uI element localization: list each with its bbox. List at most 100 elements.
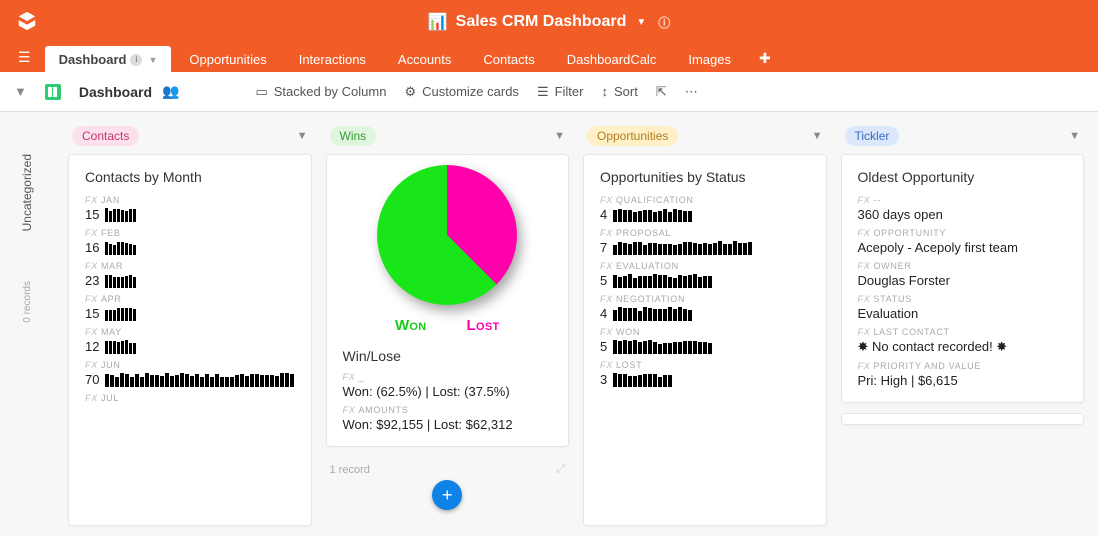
workspace-title-text: Sales CRM Dashboard — [456, 13, 627, 31]
column-chip[interactable]: Tickler — [845, 126, 900, 146]
info-icon[interactable]: ⓘ — [658, 14, 670, 31]
chevron-down-icon: ▼ — [636, 17, 646, 28]
field-value: Acepoly - Acepoly first team — [858, 240, 1068, 255]
column-wins: Wins ▼ Won Lost Win/Lose fx_ Won: (62.5%… — [326, 126, 570, 536]
field-label: fxFEB — [85, 228, 295, 238]
workspace: Uncategorized 0 records Contacts ▼ Conta… — [0, 112, 1098, 536]
field-label: fxJUL — [85, 393, 295, 403]
column-contacts: Contacts ▼ Contacts by Month fxJAN 15 fxFE… — [68, 126, 312, 536]
column-footer: 1 record ⤢ — [326, 457, 570, 476]
card-contacts-by-month[interactable]: Contacts by Month fxJAN 15 fxFEB 16 fxMAR 23 f… — [68, 154, 312, 526]
field-value: 15 — [85, 306, 295, 321]
legend-lost: Lost — [467, 317, 500, 334]
chevron-down-icon[interactable]: ▼ — [1069, 130, 1080, 142]
expand-icon[interactable]: ⤢ — [556, 463, 565, 476]
info-icon: i — [130, 54, 142, 66]
field-label: fxJAN — [85, 195, 295, 205]
filter-label: Filter — [555, 84, 584, 99]
sort-button[interactable]: ↕ Sort — [601, 84, 637, 99]
field-label: fxEVALUATION — [600, 261, 810, 271]
overflow-icon[interactable]: ⋯ — [685, 84, 698, 100]
card-oldest-opportunity[interactable]: Oldest Opportunity fx--360 days openfxOP… — [841, 154, 1085, 403]
sidebar-rail: Uncategorized 0 records — [0, 112, 54, 536]
field-label: fxOPPORTUNITY — [858, 228, 1068, 238]
tab-dashboardcalc[interactable]: DashboardCalc — [553, 46, 671, 72]
column-chip[interactable]: Opportunities — [587, 126, 678, 146]
filter-icon: ☰ — [537, 84, 549, 100]
field-label: fxAMOUNTS — [343, 405, 553, 415]
tab-accounts[interactable]: Accounts — [384, 46, 465, 72]
pie-chart: Won Lost — [343, 159, 553, 334]
card-title: Win/Lose — [343, 348, 553, 364]
field-value: 3 — [600, 372, 810, 387]
block-title: Dashboard — [79, 84, 152, 100]
field-label: fxJUN — [85, 360, 295, 370]
field-value: 70 — [85, 372, 295, 387]
field-value: 7 — [600, 240, 810, 255]
chevron-down-icon[interactable]: ▼ — [812, 130, 823, 142]
field-value: 5 — [600, 339, 810, 354]
field-value: 16 — [85, 240, 295, 255]
field-label: fx-- — [858, 195, 1068, 205]
field-value: 23 — [85, 273, 295, 288]
share-icon[interactable]: ⇱ — [656, 84, 667, 100]
win-lose-amounts: Won: $92,155 | Lost: $62,312 — [343, 417, 553, 432]
card-win-lose[interactable]: Won Lost Win/Lose fx_ Won: (62.5%) | Los… — [326, 154, 570, 447]
add-record-button[interactable]: + — [432, 480, 462, 510]
field-label: fxMAY — [85, 327, 295, 337]
stacked-by-button[interactable]: ▭ Stacked by Column — [255, 84, 386, 100]
card-opportunities-by-status[interactable]: Opportunities by Status fxQUALIFICATION4… — [583, 154, 827, 526]
menu-icon[interactable]: ☰ — [8, 49, 41, 72]
tab-bar: ☰ Dashboard i ▼ Opportunities Interactio… — [0, 44, 1098, 72]
tab-opportunities[interactable]: Opportunities — [175, 46, 280, 72]
field-label: fxQUALIFICATION — [600, 195, 810, 205]
add-tab-button[interactable]: ✚ — [749, 50, 781, 72]
chevron-down-icon: ▼ — [148, 55, 157, 65]
win-lose-summary: Won: (62.5%) | Lost: (37.5%) — [343, 384, 553, 399]
tab-label: Dashboard — [59, 52, 127, 67]
field-label: fxMAR — [85, 261, 295, 271]
field-value: 360 days open — [858, 207, 1068, 222]
field-label: fxAPR — [85, 294, 295, 304]
tab-images[interactable]: Images — [674, 46, 745, 72]
field-label: fxLOST — [600, 360, 810, 370]
field-value: Pri: High | $6,615 — [858, 373, 1068, 388]
pie-legend: Won Lost — [395, 317, 500, 334]
chevron-down-icon[interactable]: ▼ — [297, 130, 308, 142]
field-label: fxSTATUS — [858, 294, 1068, 304]
field-value: ✸ No contact recorded! ✸ — [858, 339, 1068, 355]
field-label: fxNEGOTIATION — [600, 294, 810, 304]
tab-interactions[interactable]: Interactions — [285, 46, 380, 72]
column-header: Opportunities ▼ — [583, 126, 827, 146]
field-value: Douglas Forster — [858, 273, 1068, 288]
column-chip[interactable]: Contacts — [72, 126, 139, 146]
field-label: fxLAST CONTACT — [858, 327, 1068, 337]
people-icon[interactable]: 👥 — [162, 83, 179, 100]
card-title: Contacts by Month — [85, 169, 295, 185]
field-label: fxOWNER — [858, 261, 1068, 271]
column-opportunities: Opportunities ▼ Opportunities by Status … — [583, 126, 827, 536]
record-count: 1 record — [330, 464, 370, 476]
kanban-icon — [45, 84, 61, 100]
chevron-down-icon[interactable]: ▼ — [14, 84, 27, 99]
workspace-title[interactable]: 📊 Sales CRM Dashboard ▼ ⓘ — [428, 12, 671, 32]
column-chip[interactable]: Wins — [330, 126, 377, 146]
tab-dashboard[interactable]: Dashboard i ▼ — [45, 46, 172, 72]
legend-won: Won — [395, 317, 427, 334]
field-value: 15 — [85, 207, 295, 222]
pie-graphic — [377, 165, 517, 305]
field-label: fxWON — [600, 327, 810, 337]
rail-group-label[interactable]: Uncategorized — [20, 154, 34, 231]
tab-contacts[interactable]: Contacts — [469, 46, 548, 72]
column-header: Tickler ▼ — [841, 126, 1085, 146]
app-header: 📊 Sales CRM Dashboard ▼ ⓘ — [0, 0, 1098, 44]
stack-icon: ▭ — [255, 84, 267, 100]
chevron-down-icon[interactable]: ▼ — [554, 130, 565, 142]
card-placeholder[interactable] — [841, 413, 1085, 425]
customize-cards-button[interactable]: ⚙ Customize cards — [404, 84, 518, 100]
app-logo[interactable] — [16, 10, 40, 34]
customize-label: Customize cards — [422, 84, 519, 99]
filter-button[interactable]: ☰ Filter — [537, 84, 584, 100]
card-title: Opportunities by Status — [600, 169, 810, 185]
column-tickler: Tickler ▼ Oldest Opportunity fx--360 day… — [841, 126, 1085, 536]
